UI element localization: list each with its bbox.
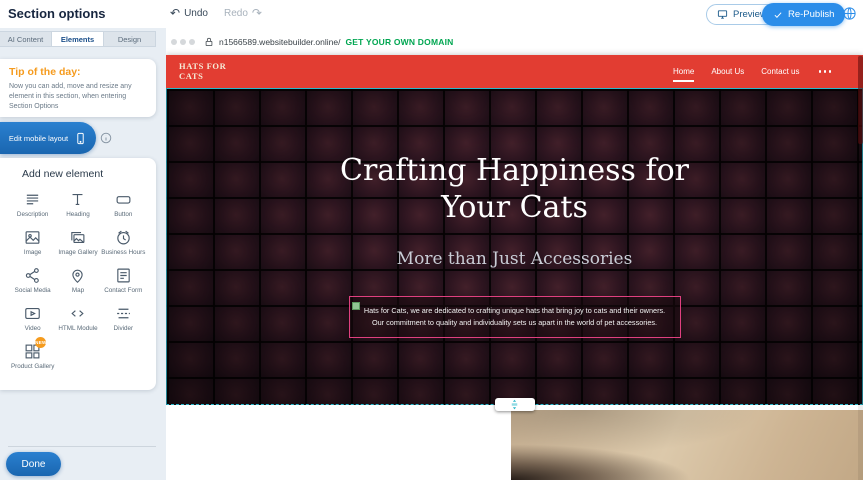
- tab-design[interactable]: Design: [104, 32, 155, 46]
- element-button[interactable]: Button: [101, 189, 146, 227]
- site-header[interactable]: HATS FOR CATS Home About Us Contact us: [166, 55, 863, 88]
- tip-body: Now you can add, move and resize any ele…: [9, 82, 147, 112]
- info-icon: [100, 132, 112, 144]
- window-dot: [171, 39, 177, 45]
- republish-label: Re-Publish: [788, 9, 834, 20]
- nav-more-icon[interactable]: [817, 66, 834, 77]
- site-preview: n1566589.websitebuilder.online/ GET YOUR…: [166, 28, 863, 480]
- monitor-icon: [717, 9, 728, 20]
- element-contact-form[interactable]: Contact Form: [101, 265, 146, 303]
- undo-button[interactable]: ↶ Undo: [170, 7, 208, 19]
- element-grid: Description Heading Button Image Image G…: [10, 189, 146, 379]
- edit-mobile-layout-button[interactable]: Edit mobile layout: [0, 122, 96, 154]
- divider-icon: [115, 305, 132, 322]
- sidebar: AI Content Elements Design Tip of the da…: [0, 28, 166, 480]
- hero-paragraph: Hats for Cats, we are dedicated to craft…: [362, 305, 668, 329]
- business-hours-icon: [115, 229, 132, 246]
- resize-arrows-icon: [509, 399, 520, 410]
- element-description[interactable]: Description: [10, 189, 55, 227]
- add-panel-title: Add new element: [22, 168, 146, 180]
- element-drag-handle[interactable]: [352, 302, 360, 310]
- redo-button[interactable]: Redo ↷: [224, 7, 262, 19]
- nav-home[interactable]: Home: [673, 62, 694, 82]
- globe-button[interactable]: [842, 6, 857, 21]
- tip-of-the-day-card: Tip of the day: Now you can add, move an…: [0, 59, 156, 117]
- sidebar-divider: [8, 446, 156, 447]
- map-icon: [69, 267, 86, 284]
- nav-about-us[interactable]: About Us: [711, 62, 744, 82]
- hero-section-selected[interactable]: Crafting Happiness for Your Cats More th…: [166, 88, 863, 405]
- hero-heading[interactable]: Crafting Happiness for Your Cats: [167, 153, 862, 226]
- element-product-gallery[interactable]: NEW Product Gallery: [10, 341, 55, 379]
- hero-paragraph-box[interactable]: Hats for Cats, we are dedicated to craft…: [349, 296, 681, 338]
- website-canvas: HATS FOR CATS Home About Us Contact us C…: [166, 55, 863, 480]
- site-nav: Home About Us Contact us: [673, 55, 833, 88]
- page-title: Section options: [8, 6, 106, 21]
- scrollbar-thumb[interactable]: [858, 56, 863, 144]
- browser-bar: n1566589.websitebuilder.online/ GET YOUR…: [166, 28, 863, 55]
- get-own-domain-link[interactable]: GET YOUR OWN DOMAIN: [345, 37, 453, 47]
- republish-button[interactable]: Re-Publish: [762, 3, 845, 26]
- element-business-hours[interactable]: Business Hours: [101, 227, 146, 265]
- element-image-gallery[interactable]: Image Gallery: [55, 227, 100, 265]
- element-map[interactable]: Map: [55, 265, 100, 303]
- scrollbar[interactable]: [858, 55, 863, 480]
- tab-elements[interactable]: Elements: [52, 32, 104, 46]
- new-badge: NEW: [35, 337, 46, 348]
- element-heading[interactable]: Heading: [55, 189, 100, 227]
- info-button[interactable]: [100, 132, 112, 144]
- edit-mobile-label: Edit mobile layout: [9, 134, 68, 143]
- globe-icon: [842, 6, 857, 21]
- window-dot: [189, 39, 195, 45]
- contact-form-icon: [115, 267, 132, 284]
- element-video[interactable]: Video: [10, 303, 55, 341]
- element-divider[interactable]: Divider: [101, 303, 146, 341]
- phone-icon: [74, 132, 87, 145]
- website-builder-app: Section options ↶ Undo Redo ↷ Preview Re…: [0, 0, 863, 480]
- description-icon: [24, 191, 41, 208]
- hero-subheading[interactable]: More than Just Accessories: [167, 249, 862, 269]
- sidebar-tabs: AI Content Elements Design: [0, 31, 156, 47]
- video-icon: [24, 305, 41, 322]
- add-new-element-panel: Add new element Description Heading Butt…: [0, 158, 156, 390]
- heading-icon: [69, 191, 86, 208]
- site-logo[interactable]: HATS FOR CATS: [179, 62, 233, 82]
- element-html-module[interactable]: HTML Module: [55, 303, 100, 341]
- topbar: Section options ↶ Undo Redo ↷ Preview Re…: [0, 0, 863, 28]
- lock-icon: [204, 36, 214, 48]
- tab-ai-content[interactable]: AI Content: [0, 32, 52, 46]
- image-icon: [24, 229, 41, 246]
- html-module-icon: [69, 305, 86, 322]
- done-button[interactable]: Done: [6, 452, 61, 476]
- cat-photo: [511, 410, 863, 480]
- redo-icon: ↷: [252, 7, 262, 19]
- section-resize-handle[interactable]: [495, 398, 535, 411]
- nav-contact-us[interactable]: Contact us: [761, 62, 799, 82]
- site-url[interactable]: n1566589.websitebuilder.online/: [219, 37, 340, 47]
- window-dot: [180, 39, 186, 45]
- button-icon: [115, 191, 132, 208]
- tip-title: Tip of the day:: [9, 66, 147, 78]
- undo-icon: ↶: [170, 7, 180, 19]
- social-media-icon: [24, 267, 41, 284]
- element-image[interactable]: Image: [10, 227, 55, 265]
- element-social-media[interactable]: Social Media: [10, 265, 55, 303]
- image-gallery-icon: [69, 229, 86, 246]
- redo-label: Redo: [224, 8, 248, 19]
- next-section[interactable]: [166, 405, 863, 480]
- undo-label: Undo: [184, 8, 208, 19]
- history-controls: ↶ Undo Redo ↷: [170, 7, 262, 19]
- check-icon: [773, 10, 783, 20]
